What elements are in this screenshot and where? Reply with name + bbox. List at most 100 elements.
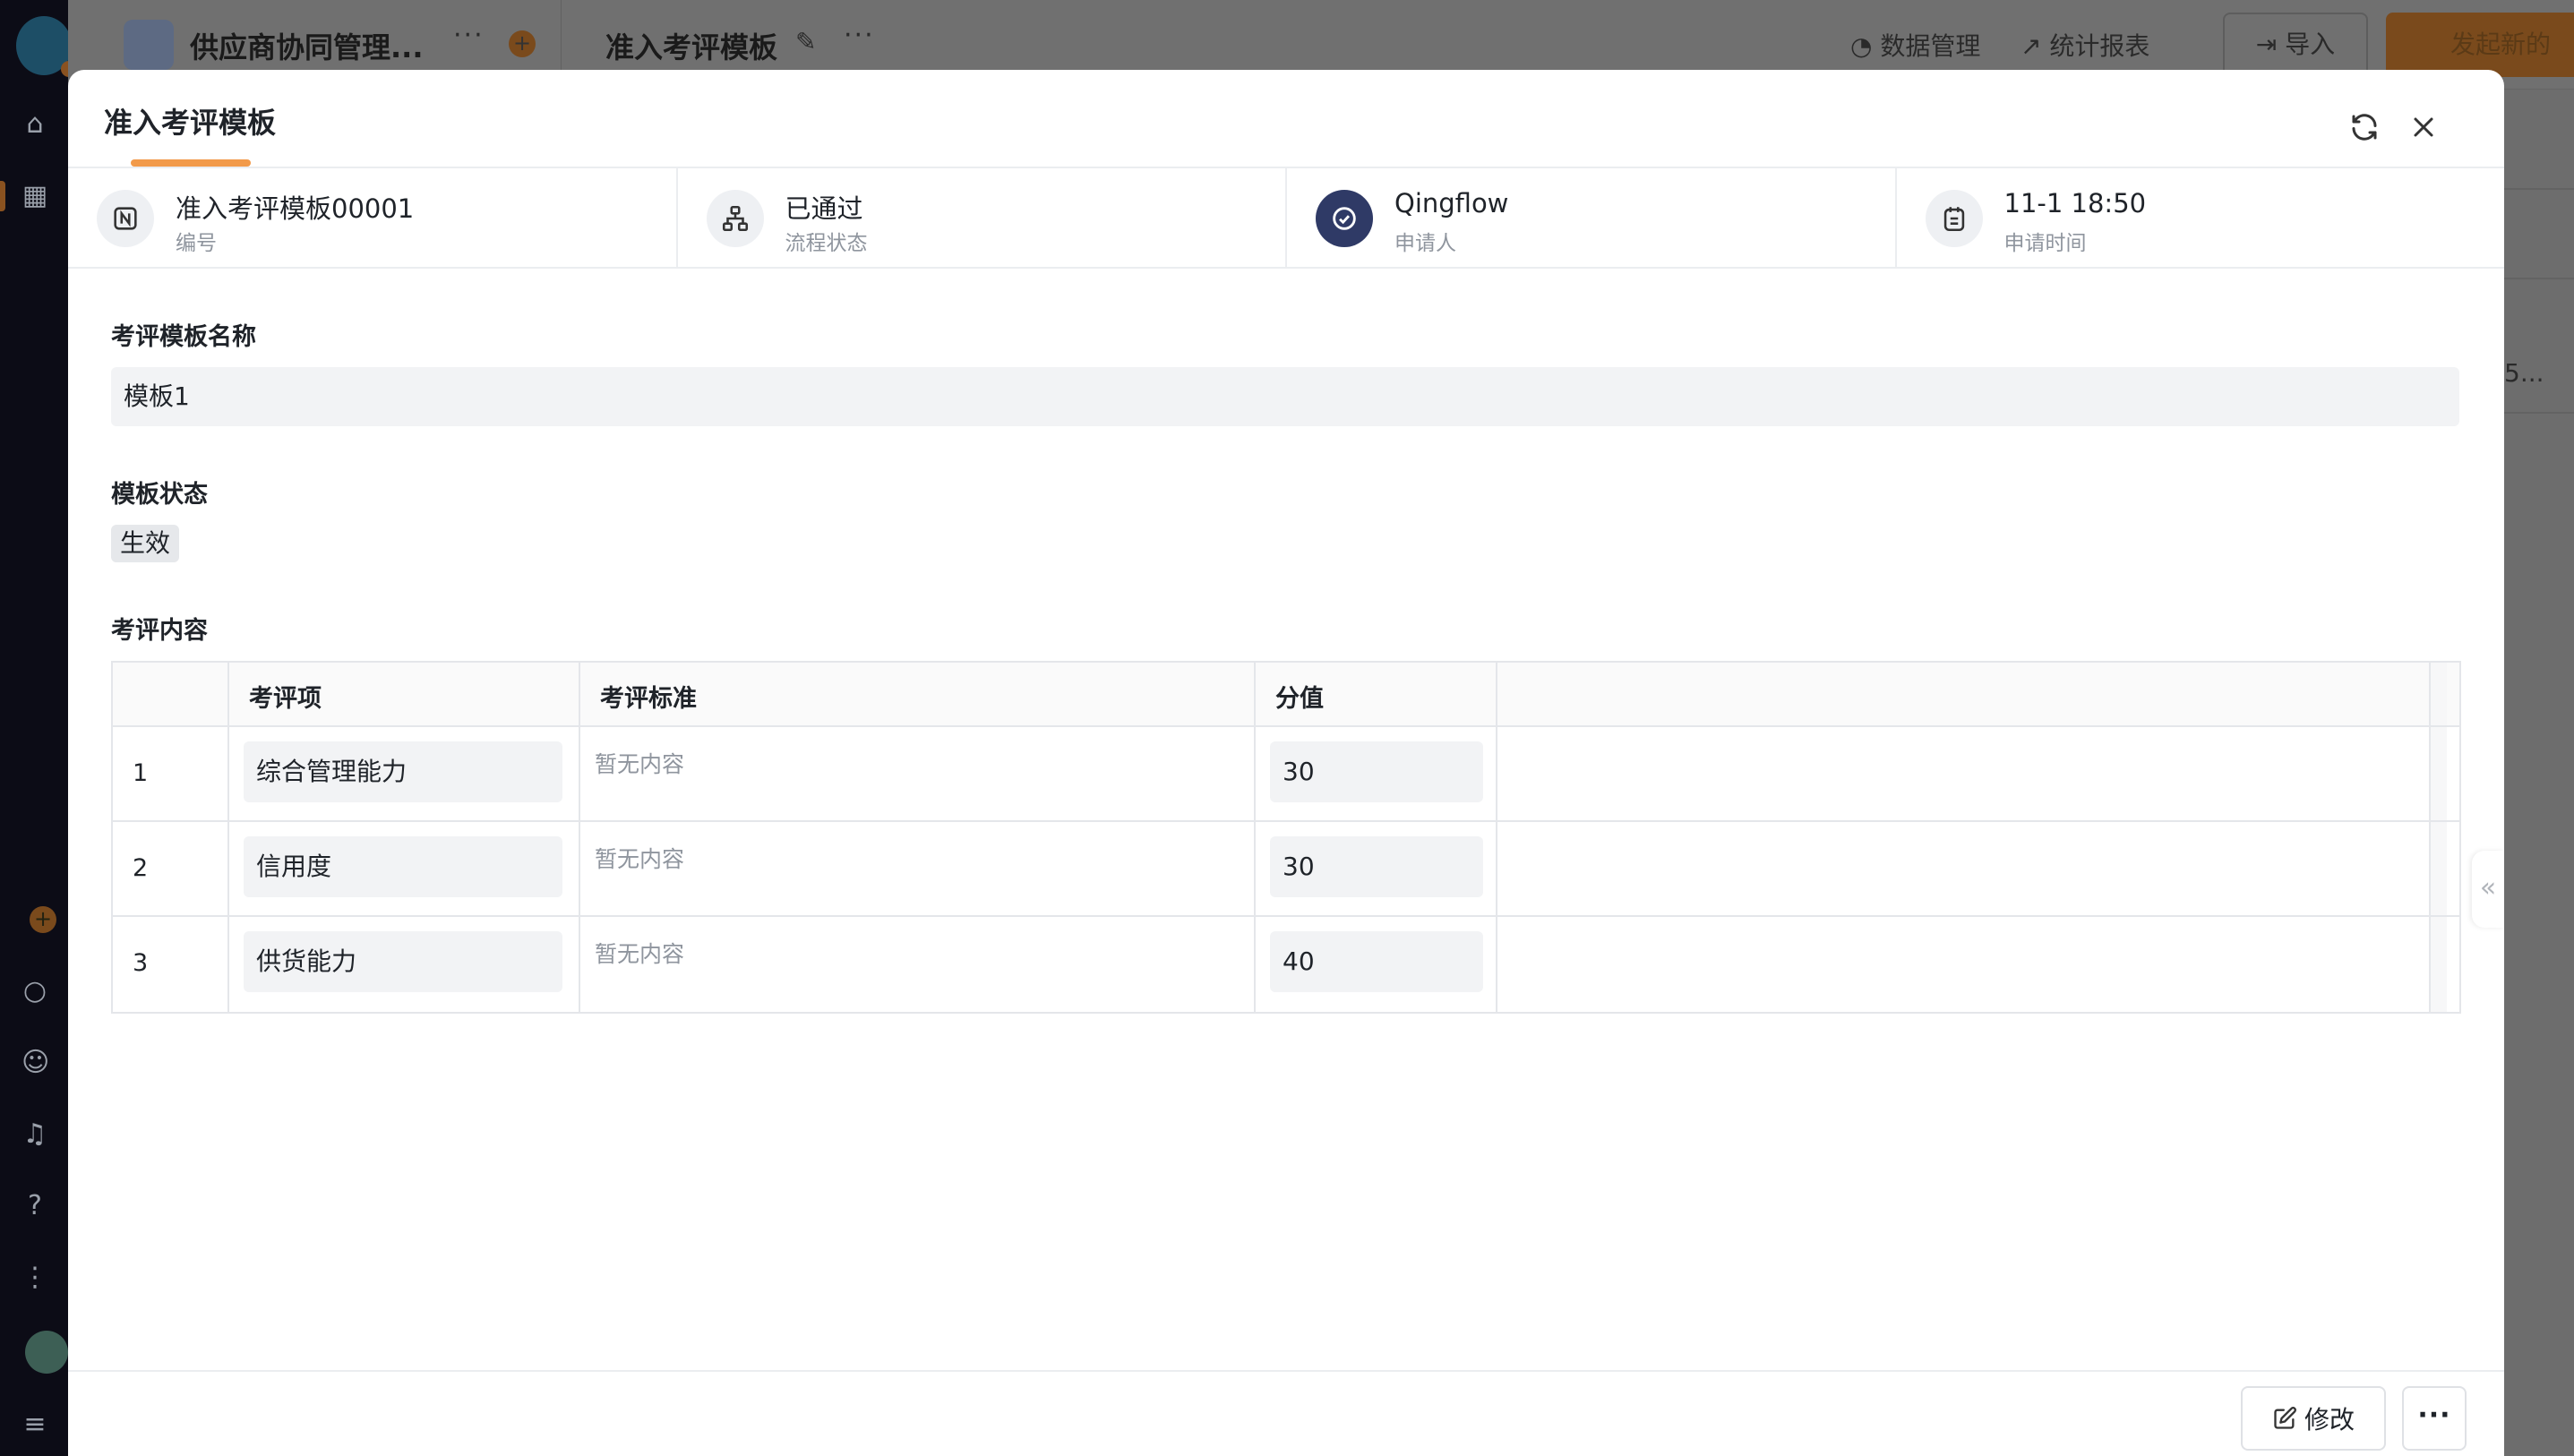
data-management-label: 数据管理 (1880, 31, 1981, 61)
import-label: 导入 (2285, 30, 2336, 59)
template-name-field: 模板1 (111, 367, 2459, 426)
row-index: 3 (113, 917, 229, 1012)
form-more-icon[interactable]: ··· (844, 20, 875, 51)
modal-header: 准入考评模板 (68, 70, 2504, 168)
rail-item-apps[interactable]: ▦ (0, 168, 68, 224)
table-row: 1 综合管理能力 暂无内容 30 (113, 727, 2459, 822)
edit-label: 修改 (2304, 1405, 2355, 1435)
standard-cell: 暂无内容 (580, 917, 1256, 1012)
divider (2499, 412, 2574, 414)
search-icon[interactable]: ○ (21, 978, 48, 1005)
side-panel-toggle[interactable]: « (2472, 851, 2504, 928)
apps-icon[interactable]: ⋮ (21, 1264, 48, 1291)
row-index-text: 3 (133, 949, 149, 977)
score-header-label: 分值 (1275, 685, 1324, 713)
item-value: 供货能力 (244, 931, 562, 992)
scrollbar-track[interactable] (2431, 727, 2447, 820)
score-value: 40 (1270, 931, 1483, 992)
close-icon[interactable] (2407, 111, 2440, 143)
template-name-label: 考评模板名称 (111, 323, 256, 351)
divider (2499, 188, 2574, 190)
meta-workflow-status[interactable]: 已通过 流程状态 (678, 168, 1287, 267)
status-badge: 生效 (111, 525, 180, 562)
item-header: 考评项 (229, 663, 580, 725)
reports-link[interactable]: ↗ 统计报表 (2021, 27, 2149, 63)
score-header: 分值 (1256, 663, 1497, 725)
standard-empty-text: 暂无内容 (595, 846, 685, 872)
scrollbar-track[interactable] (2431, 822, 2447, 915)
row-index-text: 1 (133, 759, 149, 787)
row-index: 2 (113, 822, 229, 915)
add-icon[interactable]: + (30, 906, 56, 933)
score-cell: 40 (1256, 917, 1497, 1012)
item-cell: 信用度 (229, 822, 580, 915)
edit-button[interactable]: 修改 (2241, 1386, 2386, 1451)
expand-icon[interactable]: ≡ (21, 1411, 48, 1438)
tab-active-indicator (131, 159, 251, 167)
score-cell: 30 (1256, 727, 1497, 820)
meta-record-number: 准入考评模板00001 编号 (68, 168, 678, 267)
app-name[interactable]: 供应商协同管理... (190, 25, 423, 66)
background-list (2499, 90, 2574, 1456)
modal-tab-title[interactable]: 准入考评模板 (104, 100, 276, 141)
modal-footer: 修改 ··· (68, 1370, 2504, 1456)
user-avatar[interactable] (25, 1331, 68, 1374)
table-row: 3 供货能力 暂无内容 40 (113, 917, 2459, 1012)
refresh-icon[interactable] (2348, 111, 2381, 143)
scrollbar-track[interactable] (2431, 663, 2447, 725)
more-actions-button[interactable]: ··· (2402, 1386, 2467, 1451)
record-number-label: 编号 (176, 232, 217, 255)
standard-cell: 暂无内容 (580, 727, 1256, 820)
calendar-icon (1925, 190, 1983, 247)
reports-label: 统计报表 (2049, 31, 2150, 61)
empty-cell (1497, 822, 2431, 915)
standard-empty-text: 暂无内容 (595, 751, 685, 777)
row-index: 1 (113, 727, 229, 820)
app-more-icon[interactable]: ··· (453, 20, 485, 51)
edit-icon (2274, 1407, 2296, 1429)
score-value: 30 (1270, 836, 1483, 897)
workflow-status-label: 流程状态 (785, 232, 868, 255)
import-button[interactable]: ⇥ 导入 (2223, 13, 2368, 77)
standard-cell: 暂无内容 (580, 822, 1256, 915)
meta-applicant: Qingflow 申请人 (1287, 168, 1897, 267)
standard-empty-text: 暂无内容 (595, 941, 685, 967)
applicant-avatar (1316, 190, 1373, 247)
app-icon (124, 20, 174, 70)
item-value: 信用度 (244, 836, 562, 897)
standard-header: 考评标准 (580, 663, 1256, 725)
workflow-status-value: 已通过 (785, 193, 863, 224)
left-rail: ⌂ ▦ + ○ ☺ ♫ ? ⋮ ≡ (0, 0, 77, 1456)
record-meta-bar: 准入考评模板00001 编号 已通过 流程状态 Qingflow 申请人 11-… (68, 168, 2504, 269)
template-status-label: 模板状态 (111, 481, 208, 509)
add-form-icon[interactable]: + (509, 30, 536, 57)
home-icon[interactable]: ⌂ (21, 111, 48, 138)
score-cell: 30 (1256, 822, 1497, 915)
item-cell: 供货能力 (229, 917, 580, 1012)
empty-cell (1497, 917, 2431, 1012)
applicant-label: 申请人 (1394, 232, 1456, 255)
bell-icon[interactable]: ♫ (21, 1121, 48, 1148)
data-management-link[interactable]: ◔ 数据管理 (1850, 27, 1980, 63)
applicant-value: Qingflow (1394, 188, 1509, 218)
grid-icon: ▦ (21, 180, 48, 211)
apply-time-value: 11-1 18:50 (2003, 188, 2147, 218)
logo-icon[interactable] (16, 16, 77, 77)
table-row: 2 信用度 暂无内容 30 (113, 822, 2459, 917)
scrollbar-track[interactable] (2431, 917, 2447, 1012)
evaluation-content-label: 考评内容 (111, 617, 208, 645)
record-detail-modal: 准入考评模板 准入考评模板00001 编号 已通过 流程状态 Qingflow … (68, 70, 2504, 1456)
wrench-icon[interactable]: ✎ (795, 27, 816, 56)
help-icon[interactable]: ? (21, 1193, 48, 1220)
index-header (113, 663, 229, 725)
standard-header-label: 考评标准 (600, 685, 697, 713)
users-icon[interactable]: ☺ (21, 1049, 49, 1076)
table-header-row: 考评项 考评标准 分值 (113, 663, 2459, 727)
item-header-label: 考评项 (249, 685, 322, 713)
divider (2499, 278, 2574, 279)
background-cell: 5... (2504, 358, 2544, 388)
item-value: 综合管理能力 (244, 741, 562, 802)
form-name[interactable]: 准入考评模板 (605, 25, 777, 66)
empty-header (1497, 663, 2431, 725)
new-record-button[interactable]: 发起新的 (2386, 13, 2574, 77)
